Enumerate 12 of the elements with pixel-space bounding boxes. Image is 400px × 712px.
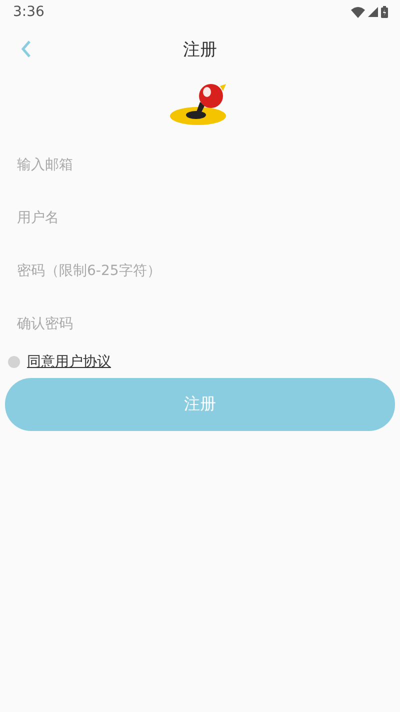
back-icon xyxy=(21,40,31,58)
battery-icon xyxy=(381,6,388,18)
input-field[interactable]: 密码（限制6-25字符） xyxy=(5,244,395,297)
status-time: 3:36 xyxy=(13,4,44,20)
signal-icon xyxy=(368,7,378,17)
input-field[interactable]: 确认密码 xyxy=(5,297,395,350)
input-field[interactable]: 用户名 xyxy=(5,191,395,244)
agree-checkbox[interactable] xyxy=(8,356,20,368)
wifi-icon xyxy=(351,6,365,18)
page-title: 注册 xyxy=(183,38,217,60)
input-field[interactable]: 输入邮箱 xyxy=(5,138,395,191)
user-agreement-link[interactable]: 同意用户协议 xyxy=(27,353,111,371)
